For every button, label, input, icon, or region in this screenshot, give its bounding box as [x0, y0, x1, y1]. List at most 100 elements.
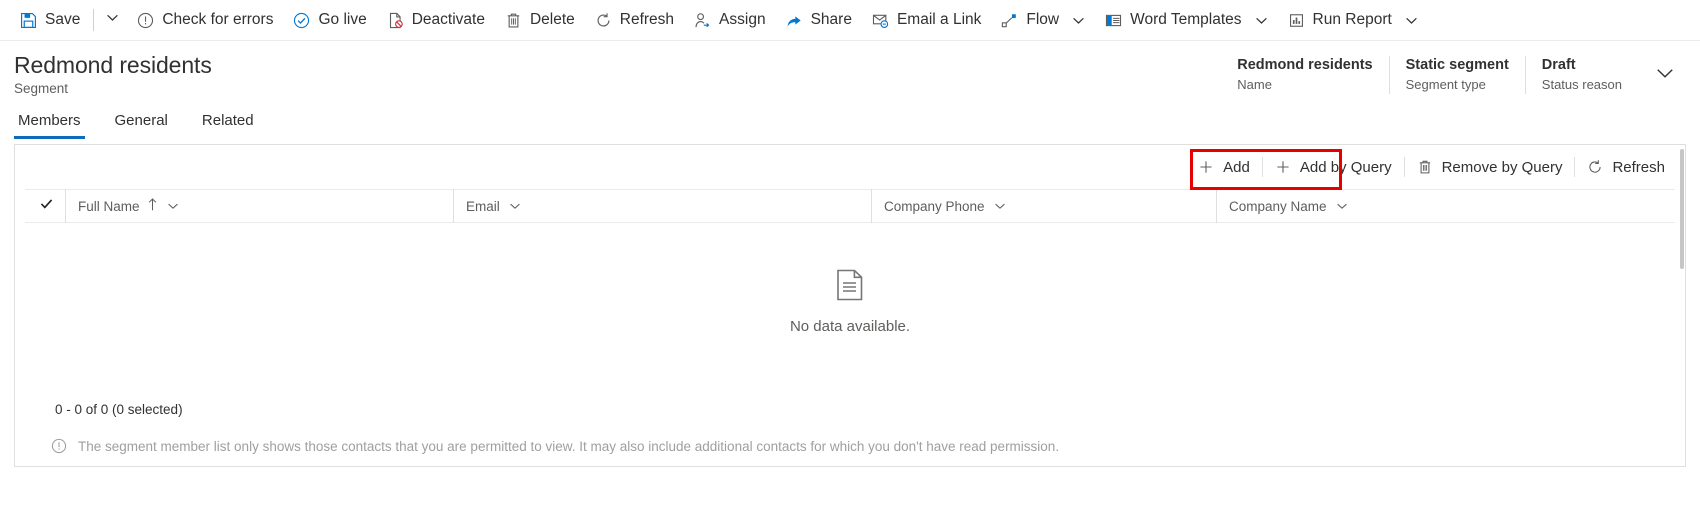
arrow-up-icon — [147, 198, 158, 214]
page-header: Redmond residents Segment Redmond reside… — [0, 41, 1700, 103]
refresh-label: Refresh — [619, 11, 675, 28]
run-report-button[interactable]: Run Report — [1278, 0, 1428, 40]
header-field-status-reason[interactable]: Draft Status reason — [1524, 56, 1638, 94]
word-template-icon — [1105, 12, 1122, 29]
grid-vertical-scrollbar[interactable] — [1679, 145, 1685, 466]
grid-empty-state-text: No data available. — [789, 317, 911, 335]
chevron-down-icon[interactable] — [1336, 200, 1348, 212]
column-header-email-label: Email — [466, 198, 500, 214]
delete-button[interactable]: Delete — [495, 0, 585, 40]
column-header-company-name[interactable]: Company Name — [1216, 189, 1546, 223]
top-command-bar: Save Check for errors Go live Deactivate… — [0, 0, 1700, 41]
members-grid-panel: Add Add by Query Remove by Query Refresh… — [14, 144, 1686, 467]
chevron-down-icon[interactable] — [509, 200, 521, 212]
grid-record-count: 0 - 0 of 0 (0 selected) — [15, 392, 1685, 426]
tab-general-label: General — [114, 112, 168, 129]
word-templates-label: Word Templates — [1130, 11, 1242, 28]
refresh-icon — [595, 12, 612, 29]
grid-add-label: Add — [1223, 158, 1250, 176]
grid-scrollbar-thumb[interactable] — [1680, 149, 1684, 269]
header-field-status-reason-label: Status reason — [1541, 77, 1622, 92]
check-for-errors-button[interactable]: Check for errors — [127, 0, 283, 40]
tab-general[interactable]: General — [111, 112, 172, 139]
header-collapse-button[interactable] — [1644, 56, 1686, 94]
header-field-name[interactable]: Redmond residents Name — [1221, 56, 1388, 94]
column-header-company-phone-label: Company Phone — [884, 198, 985, 214]
exclamation-circle-icon — [137, 12, 154, 29]
trash-icon — [505, 12, 522, 29]
header-field-segment-type-label: Segment type — [1405, 77, 1486, 92]
save-icon — [20, 12, 37, 29]
share-button[interactable]: Share — [776, 0, 862, 40]
deactivate-icon — [387, 12, 404, 29]
grid-refresh-button[interactable]: Refresh — [1575, 149, 1677, 185]
assign-person-icon — [694, 12, 711, 29]
chevron-down-icon[interactable] — [1072, 14, 1085, 27]
run-report-icon — [1288, 12, 1305, 29]
flow-icon — [1001, 12, 1018, 29]
share-icon — [786, 12, 803, 29]
plus-icon — [1198, 159, 1214, 175]
document-icon — [836, 269, 864, 306]
chevron-down-icon — [1655, 63, 1675, 88]
grid-add-button[interactable]: Add — [1186, 149, 1262, 185]
email-a-link-button[interactable]: Email a Link — [862, 0, 991, 40]
column-header-full-name[interactable]: Full Name — [65, 189, 453, 223]
check-for-errors-label: Check for errors — [162, 11, 274, 28]
grid-remove-by-query-label: Remove by Query — [1441, 158, 1563, 176]
grid-add-by-query-button[interactable]: Add by Query — [1263, 149, 1404, 185]
email-a-link-label: Email a Link — [896, 11, 982, 28]
page-subtitle: Segment — [14, 81, 69, 96]
flow-label: Flow — [1026, 11, 1060, 28]
save-label: Save — [45, 11, 81, 28]
grid-column-headers: Full Name Email Company Phone Company Na… — [25, 189, 1675, 223]
info-circle-icon — [51, 438, 67, 454]
grid-command-bar: Add Add by Query Remove by Query Refresh — [15, 145, 1685, 190]
grid-permission-note: The segment member list only shows those… — [15, 426, 1685, 466]
assign-button[interactable]: Assign — [684, 0, 776, 40]
plus-icon — [1275, 159, 1291, 175]
check-circle-icon — [293, 12, 310, 29]
grid-add-by-query-label: Add by Query — [1299, 158, 1392, 176]
go-live-button[interactable]: Go live — [283, 0, 376, 40]
chevron-down-icon[interactable] — [167, 200, 179, 212]
tab-members-label: Members — [18, 112, 81, 129]
grid-remove-by-query-button[interactable]: Remove by Query — [1405, 149, 1575, 185]
header-field-status-reason-value: Draft — [1541, 57, 1576, 73]
tab-related[interactable]: Related — [198, 112, 258, 139]
toolbar-separator — [93, 9, 95, 31]
tab-bar: Members General Related — [0, 103, 1700, 139]
run-report-label: Run Report — [1312, 11, 1392, 28]
chevron-down-icon[interactable] — [994, 200, 1006, 212]
column-header-company-name-label: Company Name — [1229, 198, 1327, 214]
chevron-down-icon[interactable] — [1405, 14, 1418, 27]
deactivate-label: Deactivate — [411, 11, 485, 28]
trash-icon — [1417, 159, 1433, 175]
word-templates-button[interactable]: Word Templates — [1095, 0, 1277, 40]
tab-members[interactable]: Members — [14, 112, 85, 139]
flow-button[interactable]: Flow — [991, 0, 1095, 40]
header-field-name-value: Redmond residents — [1237, 57, 1373, 73]
column-header-full-name-label: Full Name — [78, 198, 140, 214]
deactivate-button[interactable]: Deactivate — [377, 0, 495, 40]
header-field-segment-type[interactable]: Static segment Segment type — [1388, 56, 1525, 94]
header-fields: Redmond residents Name Static segment Se… — [1221, 51, 1686, 94]
header-field-name-label: Name — [1237, 77, 1272, 92]
email-link-icon — [872, 12, 889, 29]
grid-empty-state: No data available. — [15, 223, 1685, 392]
grid-refresh-label: Refresh — [1612, 158, 1665, 176]
grid-permission-note-text: The segment member list only shows those… — [78, 438, 1060, 454]
chevron-down-icon[interactable] — [1255, 14, 1268, 27]
save-button[interactable]: Save — [10, 0, 90, 40]
page-title: Redmond residents — [14, 52, 212, 78]
save-dropdown-button[interactable] — [97, 0, 127, 40]
column-header-company-phone[interactable]: Company Phone — [871, 189, 1216, 223]
column-header-email[interactable]: Email — [453, 189, 871, 223]
checkmark-icon — [39, 196, 54, 216]
header-field-segment-type-value: Static segment — [1405, 57, 1509, 73]
go-live-label: Go live — [318, 11, 367, 28]
select-all-checkbox[interactable] — [39, 196, 65, 216]
refresh-icon — [1587, 159, 1603, 175]
tab-related-label: Related — [201, 112, 254, 129]
refresh-button[interactable]: Refresh — [585, 0, 684, 40]
